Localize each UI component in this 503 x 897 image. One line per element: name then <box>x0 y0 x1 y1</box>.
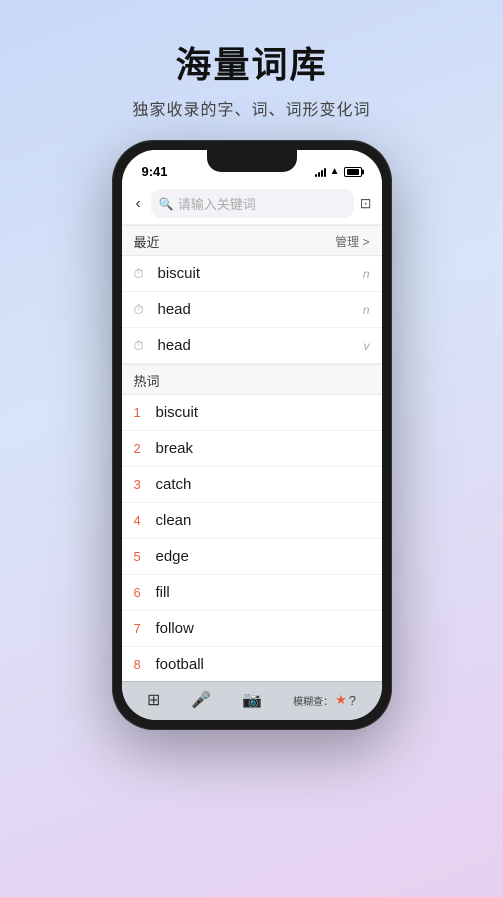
hot-word-3: catch <box>156 476 370 493</box>
hot-item-8[interactable]: 8 football <box>122 647 382 681</box>
recent-tag-1: n <box>363 267 370 281</box>
history-icon-2: ⏱ <box>134 302 150 318</box>
rank-number-4: 4 <box>134 513 148 528</box>
rank-number-6: 6 <box>134 585 148 600</box>
hot-section-title: 热词 <box>134 371 160 390</box>
signal-icon <box>315 167 326 177</box>
hot-item-6[interactable]: 6 fill <box>122 575 382 611</box>
recent-item-1[interactable]: ⏱ biscuit n <box>122 256 382 292</box>
history-icon-3: ⏱ <box>134 338 150 354</box>
hot-word-8: football <box>156 656 370 673</box>
rank-number-3: 3 <box>134 477 148 492</box>
rank-number-7: 7 <box>134 621 148 636</box>
hot-word-4: clean <box>156 512 370 529</box>
page-title: 海量词库 <box>132 36 370 88</box>
hot-item-2[interactable]: 2 break <box>122 431 382 467</box>
mic-button[interactable]: 🎤 <box>191 690 211 710</box>
battery-icon <box>344 167 362 177</box>
hot-item-5[interactable]: 5 edge <box>122 539 382 575</box>
page-subtitle: 独家收录的字、词、词形变化词 <box>132 96 370 120</box>
star-icon[interactable]: ★ <box>335 692 347 708</box>
page-header: 海量词库 独家收录的字、词、词形变化词 <box>112 0 390 140</box>
hot-item-4[interactable]: 4 clean <box>122 503 382 539</box>
status-icons: ▲ <box>315 166 362 177</box>
wifi-icon: ▲ <box>330 166 340 177</box>
list-container: 最近 管理 > ⏱ biscuit n ⏱ head n ⏱ head v 热词 <box>122 225 382 681</box>
manage-button[interactable]: 管理 > <box>335 233 369 250</box>
rank-number-1: 1 <box>134 405 148 420</box>
phone-screen: 9:41 ▲ ‹ 🔍 请输入关键词 <box>122 150 382 720</box>
hot-word-2: break <box>156 440 370 457</box>
phone-shell: 9:41 ▲ ‹ 🔍 请输入关键词 <box>112 140 392 730</box>
hot-section-header: 热词 <box>122 364 382 395</box>
hot-word-1: biscuit <box>156 404 370 421</box>
hot-item-1[interactable]: 1 biscuit <box>122 395 382 431</box>
recent-tag-2: n <box>363 303 370 317</box>
kb-camera-button[interactable]: 📷 <box>242 690 262 710</box>
hot-word-6: fill <box>156 584 370 601</box>
recent-item-3[interactable]: ⏱ head v <box>122 328 382 364</box>
camera-button[interactable]: ⊡ <box>360 195 372 212</box>
recent-word-3: head <box>158 337 356 354</box>
recent-section-header: 最近 管理 > <box>122 225 382 256</box>
rank-number-8: 8 <box>134 657 148 672</box>
search-icon: 🔍 <box>159 197 174 211</box>
hot-word-7: follow <box>156 620 370 637</box>
hot-item-3[interactable]: 3 catch <box>122 467 382 503</box>
hot-word-5: edge <box>156 548 370 565</box>
keyboard-bar: ⊞ 🎤 📷 模糊查： ★ ? <box>122 681 382 720</box>
search-bar: ‹ 🔍 请输入关键词 ⊡ <box>122 183 382 225</box>
status-time: 9:41 <box>142 164 168 179</box>
rank-number-2: 2 <box>134 441 148 456</box>
recent-tag-3: v <box>364 339 370 353</box>
notch <box>207 150 297 172</box>
recent-item-2[interactable]: ⏱ head n <box>122 292 382 328</box>
back-button[interactable]: ‹ <box>132 193 145 215</box>
search-placeholder: 请输入关键词 <box>178 194 256 213</box>
recent-section-title: 最近 <box>134 232 160 251</box>
recent-word-1: biscuit <box>158 265 355 282</box>
search-input-wrap[interactable]: 🔍 请输入关键词 <box>151 189 354 218</box>
question-button[interactable]: ? <box>349 693 356 708</box>
recent-word-2: head <box>158 301 355 318</box>
history-icon-1: ⏱ <box>134 266 150 282</box>
hot-item-7[interactable]: 7 follow <box>122 611 382 647</box>
grid-button[interactable]: ⊞ <box>147 690 160 710</box>
rank-number-5: 5 <box>134 549 148 564</box>
fuzzy-search-label: 模糊查： ★ ? <box>293 692 356 708</box>
